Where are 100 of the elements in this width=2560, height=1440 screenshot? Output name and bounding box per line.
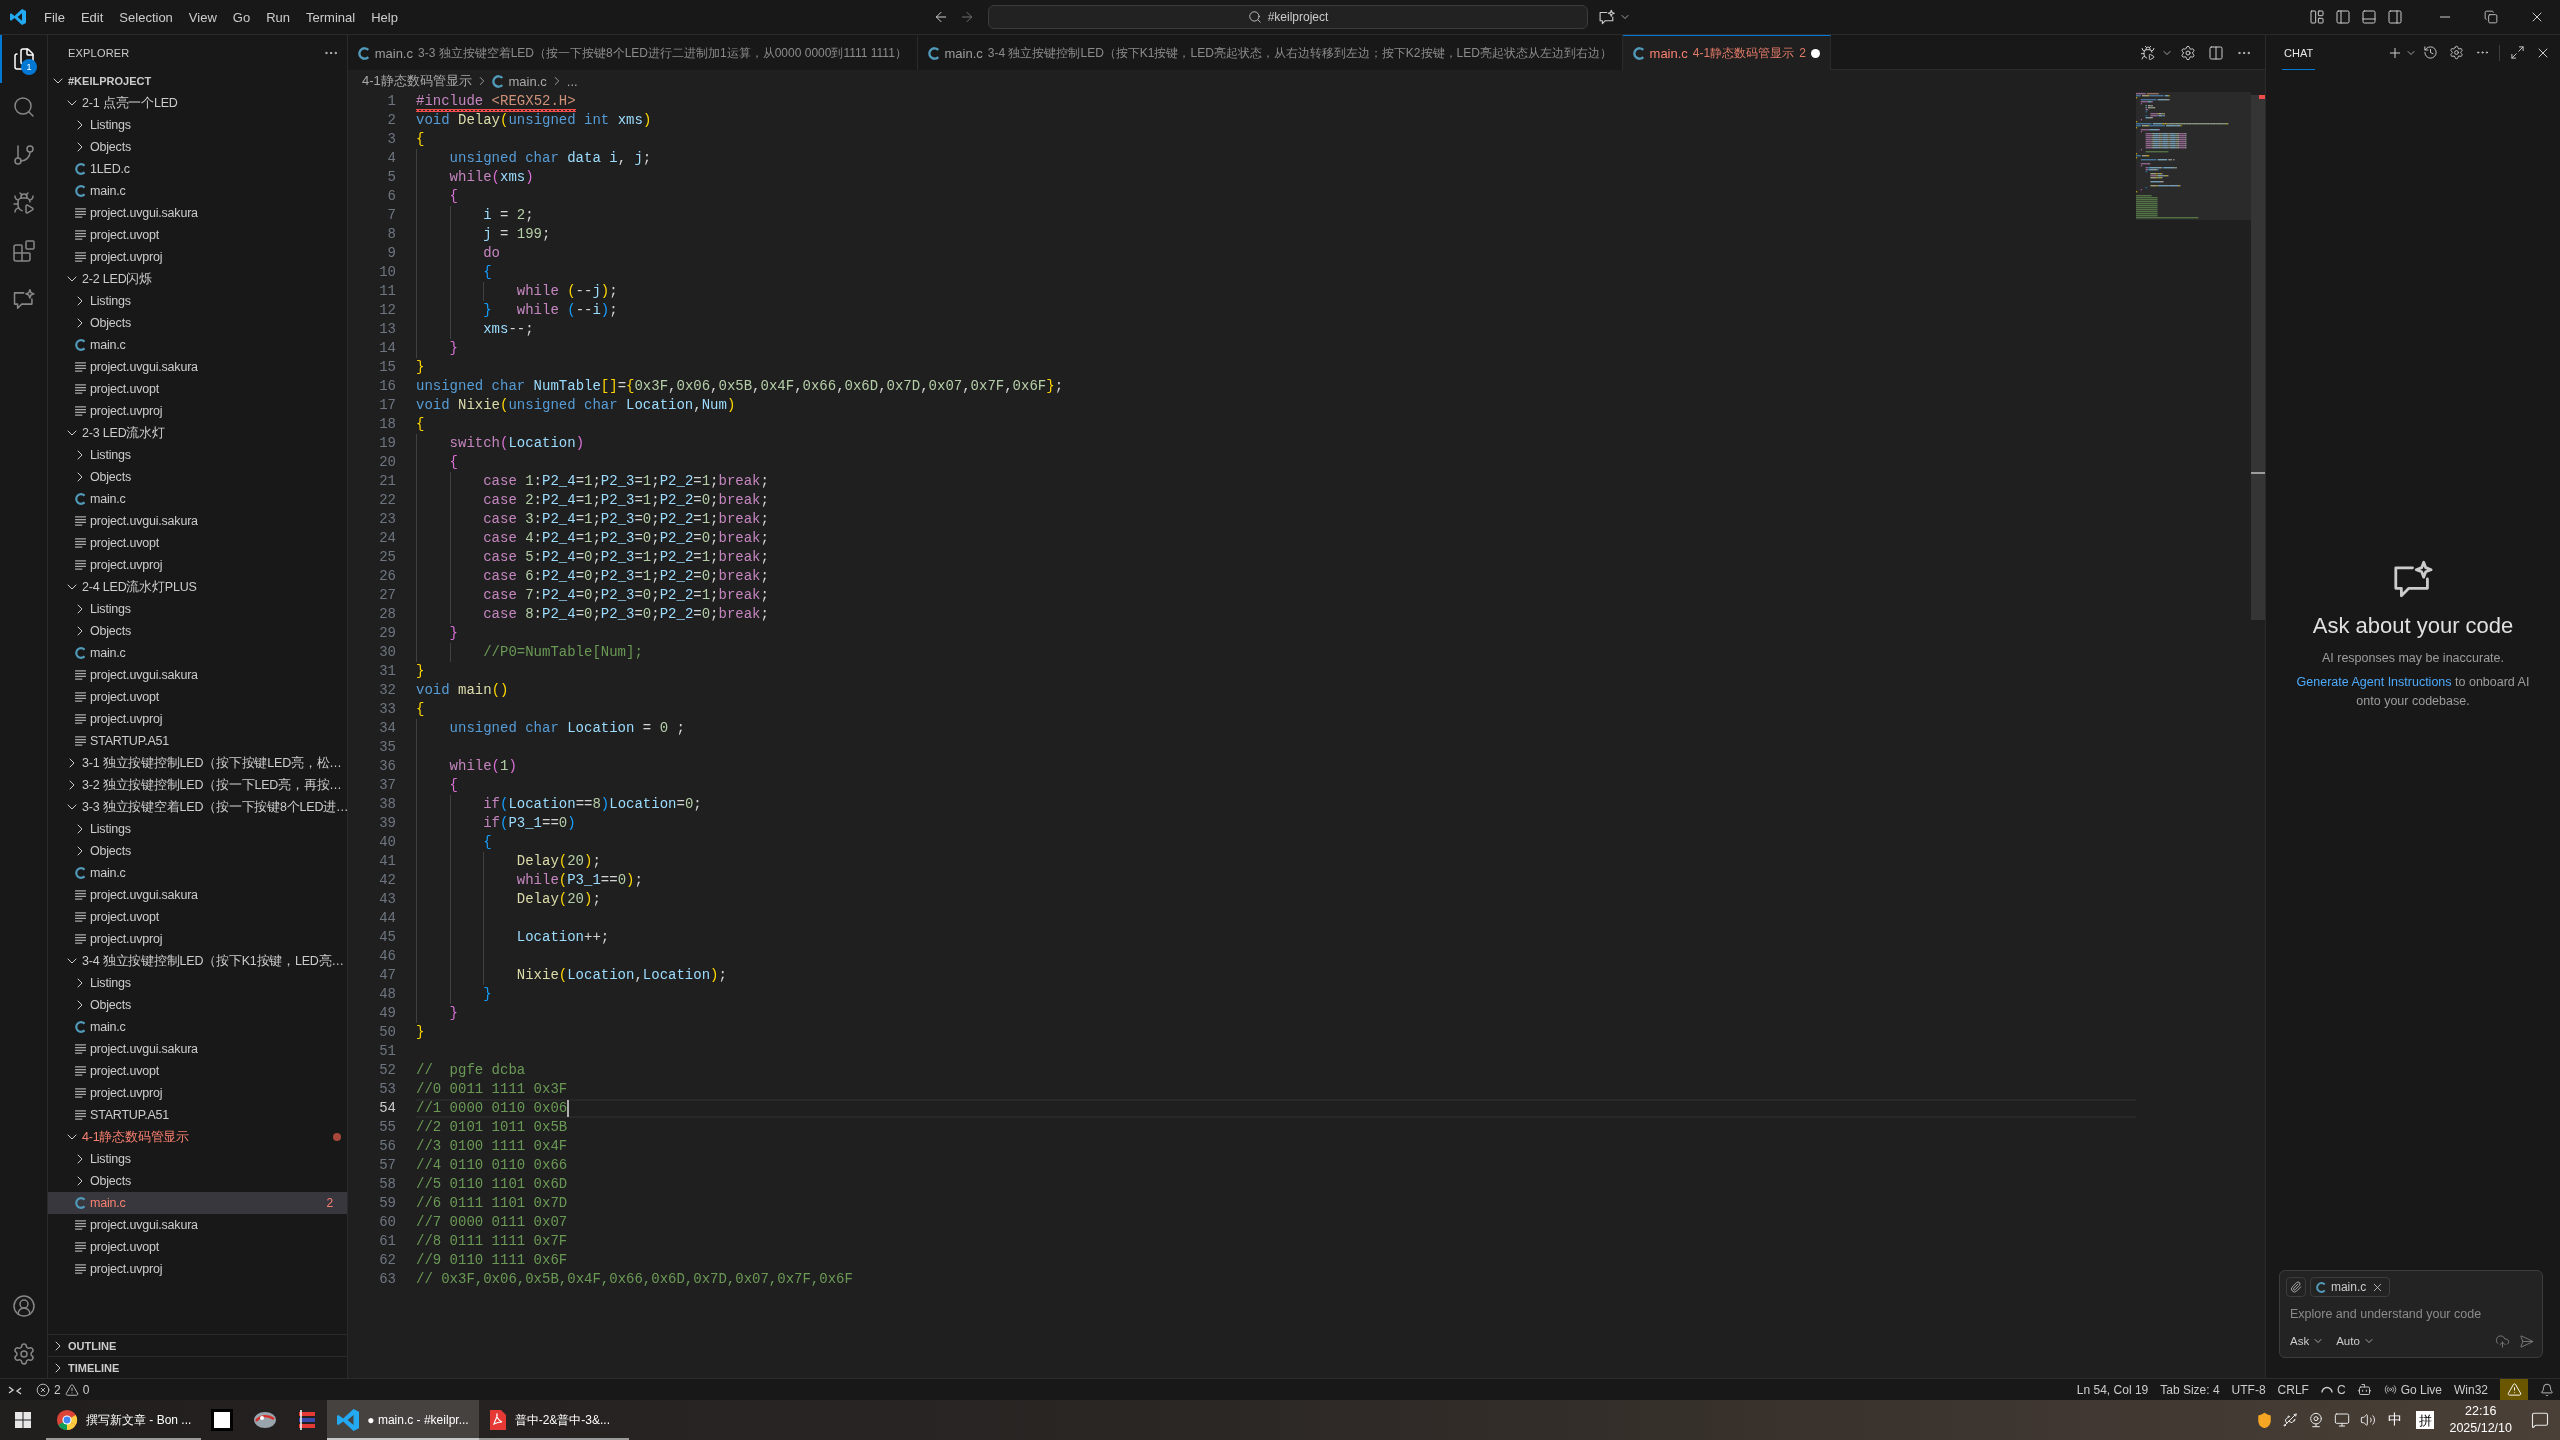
folder-entry[interactable]: Objects bbox=[48, 840, 347, 862]
sidebar-toggle-icon[interactable] bbox=[2335, 9, 2351, 25]
folder-entry[interactable]: 3-1 独立按键控制LED（按下按键LED亮，松… bbox=[48, 752, 347, 774]
folder-entry[interactable]: 3-3 独立按键空着LED（按一下按键8个LED进… bbox=[48, 796, 347, 818]
notification-icon[interactable] bbox=[2531, 1411, 2549, 1429]
taskbar-app[interactable]: 普中-2&普中-3&... bbox=[478, 1400, 629, 1440]
explorer-entry[interactable]: main.c bbox=[48, 180, 347, 202]
configuration-status[interactable]: Win32 bbox=[2448, 1379, 2494, 1400]
explorer-entry[interactable]: project.uvgui.sakura bbox=[48, 1214, 347, 1236]
encoding-status[interactable]: UTF-8 bbox=[2225, 1379, 2272, 1400]
folder-entry[interactable]: 2-2 LED闪烁 bbox=[48, 268, 347, 290]
indentation-status[interactable]: Tab Size: 4 bbox=[2154, 1379, 2226, 1400]
breadcrumb-item[interactable]: main.c bbox=[491, 73, 547, 89]
folder-entry[interactable]: Listings bbox=[48, 818, 347, 840]
menu-item[interactable]: Edit bbox=[72, 5, 112, 29]
maximize-icon[interactable] bbox=[2509, 45, 2525, 60]
panel-toggle-icon[interactable] bbox=[2361, 9, 2377, 25]
restore-icon[interactable] bbox=[2484, 10, 2498, 24]
menu-item[interactable]: Go bbox=[224, 5, 259, 29]
editor-tab[interactable]: main.c 3-3 独立按键空着LED（按一下按键8个LED进行二进制加1运算，从0000 0000到1111 1111） bbox=[348, 35, 918, 70]
monitor-icon[interactable] bbox=[2334, 1412, 2351, 1428]
explorer-entry[interactable]: project.uvopt bbox=[48, 1236, 347, 1258]
model-picker[interactable]: Auto bbox=[2332, 1331, 2379, 1351]
message-input[interactable]: Explore and understand your code bbox=[2286, 1304, 2536, 1324]
explorer-entry[interactable]: project.uvgui.sakura bbox=[48, 356, 347, 378]
folder-entry[interactable]: Objects bbox=[48, 136, 347, 158]
settings-icon[interactable] bbox=[2180, 44, 2196, 61]
folder-entry[interactable]: 2-1 点亮一个LED bbox=[48, 92, 347, 114]
explorer-entry[interactable]: project.uvgui.sakura bbox=[48, 884, 347, 906]
line-ending-status[interactable]: CRLF bbox=[2271, 1379, 2315, 1400]
layout-icon[interactable] bbox=[2309, 9, 2325, 25]
speaker-icon[interactable] bbox=[2360, 1412, 2377, 1428]
input-method[interactable]: 中 bbox=[2381, 1400, 2410, 1440]
menu-item[interactable]: View bbox=[180, 5, 225, 29]
usb-icon[interactable] bbox=[2282, 1412, 2299, 1428]
workspace-header[interactable]: #KEILPROJECT bbox=[48, 70, 347, 92]
folder-entry[interactable]: 3-2 独立按键控制LED（按一下LED亮，再按… bbox=[48, 774, 347, 796]
breadcrumb-item[interactable]: ... bbox=[566, 73, 578, 89]
explorer-entry[interactable]: project.uvopt bbox=[48, 906, 347, 928]
explorer-entry[interactable]: project.uvopt bbox=[48, 686, 347, 708]
shield-icon[interactable] bbox=[2255, 1411, 2273, 1429]
section-header[interactable]: TIMELINE bbox=[48, 1356, 347, 1378]
folder-entry[interactable]: 2-4 LED流水灯PLUS bbox=[48, 576, 347, 598]
minimap[interactable] bbox=[2136, 92, 2251, 220]
editor-tab[interactable]: main.c 3-4 独立按键控制LED（按下K1按键，LED亮起状态，从右边转移到左边；按下K2按键，LED亮起状态从左边到右边） bbox=[917, 35, 1623, 70]
explorer-entry[interactable]: main.c bbox=[48, 642, 347, 664]
context-chip[interactable]: main.c bbox=[2310, 1277, 2391, 1297]
explorer-entry[interactable]: project.uvproj bbox=[48, 1082, 347, 1104]
explorer-entry[interactable]: project.uvgui.sakura bbox=[48, 510, 347, 532]
menu-item[interactable]: File bbox=[36, 5, 73, 29]
explorer-entry[interactable]: main.c bbox=[48, 1016, 347, 1038]
cursor-position[interactable]: Ln 54, Col 19 bbox=[2070, 1379, 2155, 1400]
input-mode[interactable]: 拼 bbox=[2416, 1411, 2435, 1429]
explorer-entry[interactable]: project.uvopt bbox=[48, 378, 347, 400]
activity-bar-item[interactable]: 1 bbox=[0, 35, 47, 83]
split-editor-icon[interactable] bbox=[2208, 44, 2224, 61]
attach-button[interactable] bbox=[2286, 1277, 2306, 1297]
explorer-entry[interactable]: project.uvgui.sakura bbox=[48, 202, 347, 224]
explorer-entry[interactable]: main.c bbox=[48, 488, 347, 510]
settings-icon[interactable] bbox=[11, 1342, 36, 1366]
folder-entry[interactable]: 3-4 独立按键控制LED（按下K1按键，LED亮… bbox=[48, 950, 347, 972]
folder-entry[interactable]: 2-3 LED流水灯 bbox=[48, 422, 347, 444]
menu-item[interactable]: Run bbox=[258, 5, 298, 29]
explorer-entry[interactable]: project.uvproj bbox=[48, 246, 347, 268]
warning-status[interactable] bbox=[2500, 1379, 2528, 1400]
secondary-sidebar-icon[interactable] bbox=[2387, 9, 2403, 25]
folder-entry[interactable]: Objects bbox=[48, 312, 347, 334]
explorer-entry[interactable]: main.c bbox=[48, 334, 347, 356]
bell-icon[interactable] bbox=[2540, 1382, 2554, 1397]
explorer-entry[interactable]: project.uvopt bbox=[48, 532, 347, 554]
explorer-entry[interactable]: project.uvproj bbox=[48, 928, 347, 950]
explorer-entry[interactable]: main.c bbox=[48, 862, 347, 884]
robot-icon[interactable] bbox=[2357, 1382, 2373, 1397]
chat-sparkle-icon[interactable] bbox=[1599, 9, 1615, 25]
breadcrumb-item[interactable]: 4-1静态数码管显示 bbox=[362, 72, 472, 90]
language-status[interactable]: C bbox=[2314, 1379, 2352, 1400]
explorer-entry[interactable]: project.uvopt bbox=[48, 1060, 347, 1082]
agent-instructions-link[interactable]: Generate Agent Instructions bbox=[2296, 675, 2452, 689]
cloud-upload-icon[interactable] bbox=[2494, 1333, 2510, 1349]
command-center[interactable]: #keilproject bbox=[988, 5, 1588, 29]
taskbar-app[interactable]: ● main.c - #keilpr... bbox=[327, 1400, 479, 1440]
menu-item[interactable]: Selection bbox=[111, 5, 181, 29]
account-icon[interactable] bbox=[11, 1294, 36, 1318]
scrollbar[interactable] bbox=[2251, 92, 2265, 622]
menu-item[interactable]: Terminal bbox=[298, 5, 364, 29]
explorer-entry[interactable]: STARTUP.A51 bbox=[48, 1104, 347, 1126]
explorer-entry[interactable]: project.uvgui.sakura bbox=[48, 1038, 347, 1060]
bug-play-icon[interactable] bbox=[2140, 44, 2156, 61]
explorer-entry[interactable]: project.uvproj bbox=[48, 554, 347, 576]
panel-tab[interactable]: CHAT bbox=[2282, 35, 2316, 70]
problems-status[interactable]: 2 0 bbox=[30, 1379, 96, 1400]
folder-entry[interactable]: Listings bbox=[48, 1148, 347, 1170]
explorer-entry[interactable]: project.uvproj bbox=[48, 1258, 347, 1280]
section-header[interactable]: OUTLINE bbox=[48, 1334, 347, 1356]
folder-entry[interactable]: Objects bbox=[48, 620, 347, 642]
explorer-entry[interactable]: project.uvproj bbox=[48, 400, 347, 422]
folder-entry[interactable]: Listings bbox=[48, 444, 347, 466]
mode-picker[interactable]: Ask bbox=[2286, 1331, 2329, 1351]
explorer-entry[interactable]: project.uvopt bbox=[48, 224, 347, 246]
explorer-entry[interactable]: project.uvgui.sakura bbox=[48, 664, 347, 686]
